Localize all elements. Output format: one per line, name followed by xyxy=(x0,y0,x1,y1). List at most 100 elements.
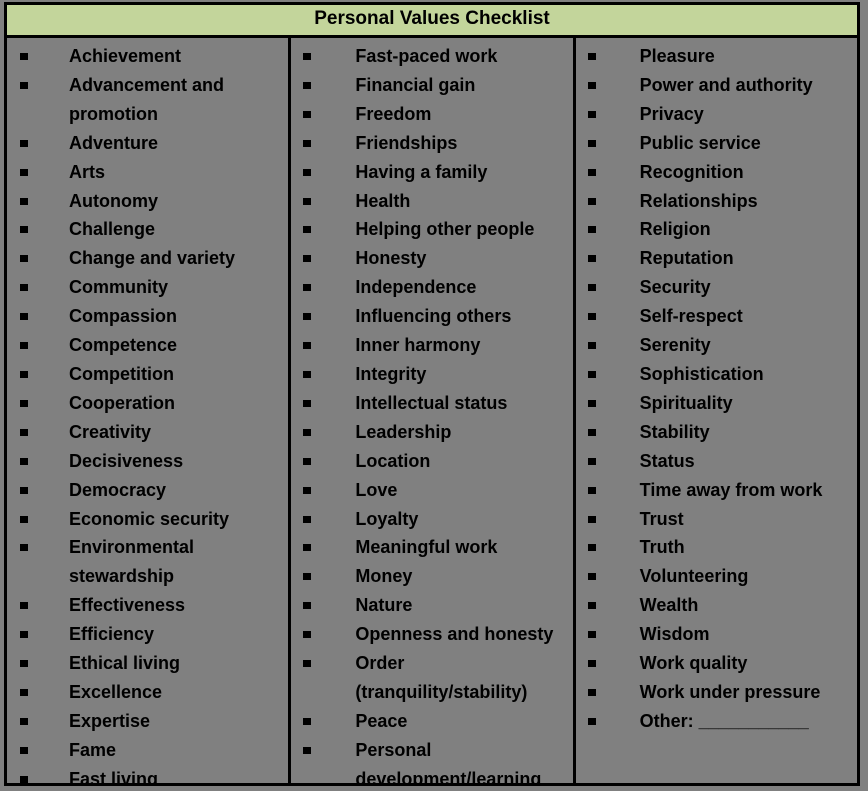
square-bullet-icon xyxy=(20,313,28,321)
checklist-item[interactable]: Wisdom xyxy=(576,620,855,649)
checklist-item[interactable]: Status xyxy=(576,447,855,476)
checklist-item[interactable]: Religion xyxy=(576,215,855,244)
checklist-item[interactable]: Wealth xyxy=(576,591,855,620)
checklist-item[interactable]: Ethical living xyxy=(7,649,286,678)
square-bullet-icon xyxy=(587,226,596,234)
square-bullet-icon xyxy=(20,226,28,234)
checklist-item[interactable]: Competition xyxy=(7,360,286,389)
checklist-item[interactable]: Cooperation xyxy=(7,389,286,418)
checklist-item[interactable]: Health xyxy=(291,187,570,216)
checklist-item[interactable]: Adventure xyxy=(7,129,286,158)
checklist-item[interactable]: Financial gain xyxy=(291,71,570,100)
square-bullet-icon xyxy=(303,631,312,639)
square-bullet-icon xyxy=(587,399,596,407)
checklist-item[interactable]: Achievement xyxy=(7,42,286,71)
checklist-item[interactable]: Having a family xyxy=(291,158,570,187)
square-bullet-icon xyxy=(303,717,312,725)
checklist-item[interactable]: Loyalty xyxy=(291,505,570,534)
checklist-item-label: Work quality xyxy=(639,653,748,674)
checklist-item[interactable]: Expertise xyxy=(7,707,286,736)
checklist-item[interactable]: Privacy xyxy=(576,100,855,129)
checklist-item[interactable]: Time away from work xyxy=(576,476,855,505)
checklist-item[interactable]: Advancement and promotion xyxy=(7,71,286,129)
checklist-item[interactable]: Meaningful work xyxy=(291,533,570,562)
square-bullet-icon xyxy=(303,284,312,292)
checklist-item[interactable]: Effectiveness xyxy=(7,591,286,620)
checklist-item[interactable]: Excellence xyxy=(7,678,286,707)
checklist-item[interactable]: Spirituality xyxy=(576,389,855,418)
checklist-item[interactable]: Nature xyxy=(291,591,570,620)
checklist-item[interactable]: Reputation xyxy=(576,244,855,273)
checklist-item[interactable]: Recognition xyxy=(576,158,855,187)
square-bullet-icon xyxy=(303,342,312,350)
checklist-item[interactable]: Volunteering xyxy=(576,562,855,591)
square-bullet-icon xyxy=(303,81,312,89)
checklist-item[interactable]: Autonomy xyxy=(7,187,286,216)
checklist-item[interactable]: Truth xyxy=(576,533,855,562)
checklist-item-label: Challenge xyxy=(69,219,156,240)
checklist-item[interactable]: Personal development/learning xyxy=(291,736,570,783)
checklist-item[interactable]: Helping other people xyxy=(291,215,570,244)
checklist-item-label: Reputation xyxy=(639,248,734,269)
square-bullet-icon xyxy=(587,428,596,436)
checklist-item[interactable]: Other: ___________ xyxy=(576,707,855,736)
checklist-item-label: Recognition xyxy=(639,161,744,182)
checklist-item-label: Financial gain xyxy=(355,74,476,95)
square-bullet-icon xyxy=(20,602,28,610)
checklist-item[interactable]: Order (tranquility/stability) xyxy=(291,649,570,707)
square-bullet-icon xyxy=(303,457,312,465)
checklist-item[interactable]: Public service xyxy=(576,129,855,158)
checklist-item[interactable]: Influencing others xyxy=(291,302,570,331)
checklist-item[interactable]: Fast-paced work xyxy=(291,42,570,71)
checklist-item[interactable]: Arts xyxy=(7,158,286,187)
checklist-item[interactable]: Fame xyxy=(7,736,286,765)
checklist-item[interactable]: Integrity xyxy=(291,360,570,389)
checklist-item[interactable]: Money xyxy=(291,562,570,591)
checklist-item-label: Stability xyxy=(639,421,710,442)
checklist-item[interactable]: Independence xyxy=(291,273,570,302)
checklist-item-label: Fast living xyxy=(69,768,159,783)
checklist-item[interactable]: Work under pressure xyxy=(576,678,855,707)
checklist-item[interactable]: Sophistication xyxy=(576,360,855,389)
square-bullet-icon xyxy=(587,81,596,89)
checklist-item[interactable]: Peace xyxy=(291,707,570,736)
checklist-item[interactable]: Love xyxy=(291,476,570,505)
checklist-item[interactable]: Security xyxy=(576,273,855,302)
square-bullet-icon xyxy=(303,399,312,407)
checklist-item[interactable]: Serenity xyxy=(576,331,855,360)
checklist-item[interactable]: Compassion xyxy=(7,302,286,331)
checklist-item[interactable]: Intellectual status xyxy=(291,389,570,418)
checklist-item[interactable]: Competence xyxy=(7,331,286,360)
checklist-item[interactable]: Work quality xyxy=(576,649,855,678)
checklist-item[interactable]: Freedom xyxy=(291,100,570,129)
checklist-item[interactable]: Environmental stewardship xyxy=(7,533,286,591)
square-bullet-icon xyxy=(20,197,28,205)
checklist-item[interactable]: Decisiveness xyxy=(7,447,286,476)
checklist-item[interactable]: Trust xyxy=(576,505,855,534)
checklist-item-label: Change and variety xyxy=(69,248,236,269)
checklist-item[interactable]: Honesty xyxy=(291,244,570,273)
checklist-item[interactable]: Economic security xyxy=(7,505,286,534)
checklist-item[interactable]: Inner harmony xyxy=(291,331,570,360)
checklist-item[interactable]: Openness and honesty xyxy=(291,620,570,649)
checklist-item-label: Adventure xyxy=(69,132,159,153)
checklist-item[interactable]: Change and variety xyxy=(7,244,286,273)
checklist-item[interactable]: Pleasure xyxy=(576,42,855,71)
checklist-item[interactable]: Power and authority xyxy=(576,71,855,100)
checklist-item[interactable]: Relationships xyxy=(576,187,855,216)
checklist-item[interactable]: Fast living xyxy=(7,765,286,783)
checklist-item-label: Serenity xyxy=(639,335,711,356)
checklist-item[interactable]: Creativity xyxy=(7,418,286,447)
checklist-item[interactable]: Efficiency xyxy=(7,620,286,649)
square-bullet-icon xyxy=(20,168,28,176)
checklist-item-label: Cooperation xyxy=(69,392,175,413)
checklist-item[interactable]: Challenge xyxy=(7,215,286,244)
checklist-item[interactable]: Self-respect xyxy=(576,302,855,331)
checklist-item[interactable]: Stability xyxy=(576,418,855,447)
checklist-item[interactable]: Community xyxy=(7,273,286,302)
checklist-item[interactable]: Leadership xyxy=(291,418,570,447)
checklist-item[interactable]: Democracy xyxy=(7,476,286,505)
checklist-item[interactable]: Location xyxy=(291,447,570,476)
checklist-item[interactable]: Friendships xyxy=(291,129,570,158)
checklist-item-label: Status xyxy=(639,450,695,471)
